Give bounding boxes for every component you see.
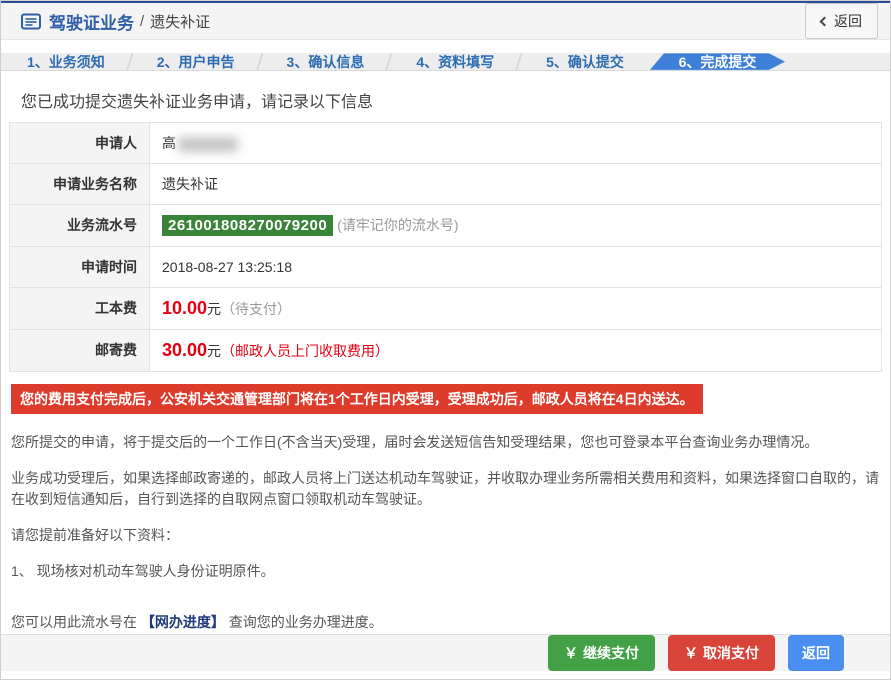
success-message: 您已成功提交遗失补证业务申请，请记录以下信息 — [21, 88, 882, 112]
return-button[interactable]: 返回 — [788, 635, 844, 671]
row-value: 高 — [150, 122, 882, 163]
notice-banner: 您的费用支付完成后，公安机关交通管理部门将在1个工作日内受理，受理成功后，邮政人… — [11, 384, 703, 414]
tab-step-4[interactable]: 4、资料填写 — [390, 53, 520, 70]
row-label: 申请人 — [10, 122, 150, 163]
tab-label: 5、确认提交 — [546, 53, 624, 71]
cancel-pay-button[interactable]: ￥取消支付 — [668, 635, 775, 671]
table-row-apply-time: 申请时间 2018-08-27 13:25:18 — [10, 246, 882, 287]
fee-note: （待支付） — [221, 301, 291, 317]
footer-bar: ￥继续支付 ￥取消支付 返回 — [1, 634, 890, 671]
yuan-icon: ￥ — [564, 643, 578, 663]
tab-label: 2、用户申告 — [157, 53, 235, 71]
breadcrumb: 驾驶证业务 / 遗失补证 — [21, 9, 805, 34]
table-row-production-fee: 工本费 10.00元（待支付） — [10, 287, 882, 329]
redacted-name-blur — [177, 137, 239, 152]
fee-amount: 10.00 — [162, 298, 207, 318]
row-label: 业务流水号 — [10, 204, 150, 246]
row-value: 261001808270079200(请牢记你的流水号) — [150, 204, 882, 246]
tab-step-1[interactable]: 1、业务须知 — [1, 53, 131, 70]
progress-note-prefix: 您可以用此流水号在 — [11, 614, 141, 630]
fee-unit: 元 — [207, 343, 221, 359]
progress-note: 您可以用此流水号在 【网办进度】 查询您的业务办理进度。 — [11, 612, 882, 634]
serial-hint: (请牢记你的流水号) — [337, 217, 458, 233]
table-row-serial: 业务流水号 261001808270079200(请牢记你的流水号) — [10, 204, 882, 246]
tab-step-6-active[interactable]: 6、完成提交 — [650, 53, 785, 70]
tab-label: 1、业务须知 — [27, 53, 105, 71]
table-row-postage-fee: 邮寄费 30.00元（邮政人员上门收取费用） — [10, 329, 882, 371]
page: 驾驶证业务 / 遗失补证 返回 1、业务须知 2、用户申告 3、确认信息 4、资… — [0, 0, 891, 680]
header: 驾驶证业务 / 遗失补证 返回 — [1, 3, 890, 40]
fee-note: （邮政人员上门收取费用） — [221, 343, 389, 359]
tab-label: 3、确认信息 — [287, 53, 365, 71]
continue-pay-label: 继续支付 — [583, 643, 639, 663]
chevron-left-icon — [820, 16, 830, 26]
table-row-applicant: 申请人 高 — [10, 122, 882, 163]
instruction-paragraph: 您所提交的申请，将于提交后的一个工作日(不含当天)受理，届时会发送短信告知受理结… — [11, 432, 882, 454]
page-title-secondary: 遗失补证 — [150, 11, 210, 32]
breadcrumb-separator: / — [140, 13, 144, 30]
info-table: 申请人 高 申请业务名称 遗失补证 业务流水号 2610018082700792… — [9, 122, 882, 372]
applicant-name: 高 — [162, 135, 176, 151]
row-value: 遗失补证 — [150, 163, 882, 204]
fee-unit: 元 — [207, 301, 221, 317]
yuan-icon: ￥ — [684, 643, 698, 663]
row-value: 10.00元（待支付） — [150, 287, 882, 329]
instruction-paragraph: 业务成功受理后，如果选择邮政寄递的，邮政人员将上门送达机动车驾驶证，并收取办理业… — [11, 468, 882, 511]
tab-step-2[interactable]: 2、用户申告 — [131, 53, 261, 70]
tabs-filler — [785, 53, 890, 70]
row-value: 30.00元（邮政人员上门收取费用） — [150, 329, 882, 371]
progress-link: 【网办进度】 — [141, 614, 225, 630]
instruction-paragraph: 1、 现场核对机动车驾驶人身份证明原件。 — [11, 561, 882, 583]
row-label: 工本费 — [10, 287, 150, 329]
table-row-service-name: 申请业务名称 遗失补证 — [10, 163, 882, 204]
tab-step-5[interactable]: 5、确认提交 — [520, 53, 650, 70]
row-value: 2018-08-27 13:25:18 — [150, 246, 882, 287]
tab-label: 6、完成提交 — [679, 53, 757, 71]
row-label: 申请时间 — [10, 246, 150, 287]
return-button-label: 返回 — [802, 643, 830, 663]
back-button-label: 返回 — [834, 11, 862, 31]
serial-number-badge: 261001808270079200 — [162, 215, 333, 236]
tab-step-3[interactable]: 3、确认信息 — [261, 53, 391, 70]
row-label: 邮寄费 — [10, 329, 150, 371]
cancel-pay-label: 取消支付 — [703, 643, 759, 663]
list-icon — [21, 13, 41, 30]
continue-pay-button[interactable]: ￥继续支付 — [548, 635, 655, 671]
main-content: 您已成功提交遗失补证业务申请，请记录以下信息 申请人 高 申请业务名称 遗失补证… — [1, 71, 890, 634]
fee-amount: 30.00 — [162, 340, 207, 360]
page-title-primary: 驾驶证业务 — [49, 9, 134, 34]
back-button[interactable]: 返回 — [805, 3, 878, 39]
row-label: 申请业务名称 — [10, 163, 150, 204]
step-tabs: 1、业务须知 2、用户申告 3、确认信息 4、资料填写 5、确认提交 6、完成提… — [1, 53, 890, 71]
progress-note-suffix: 查询您的业务办理进度。 — [225, 614, 383, 630]
tab-label: 4、资料填写 — [416, 53, 494, 71]
instruction-paragraph: 请您提前准备好以下资料： — [11, 525, 882, 547]
